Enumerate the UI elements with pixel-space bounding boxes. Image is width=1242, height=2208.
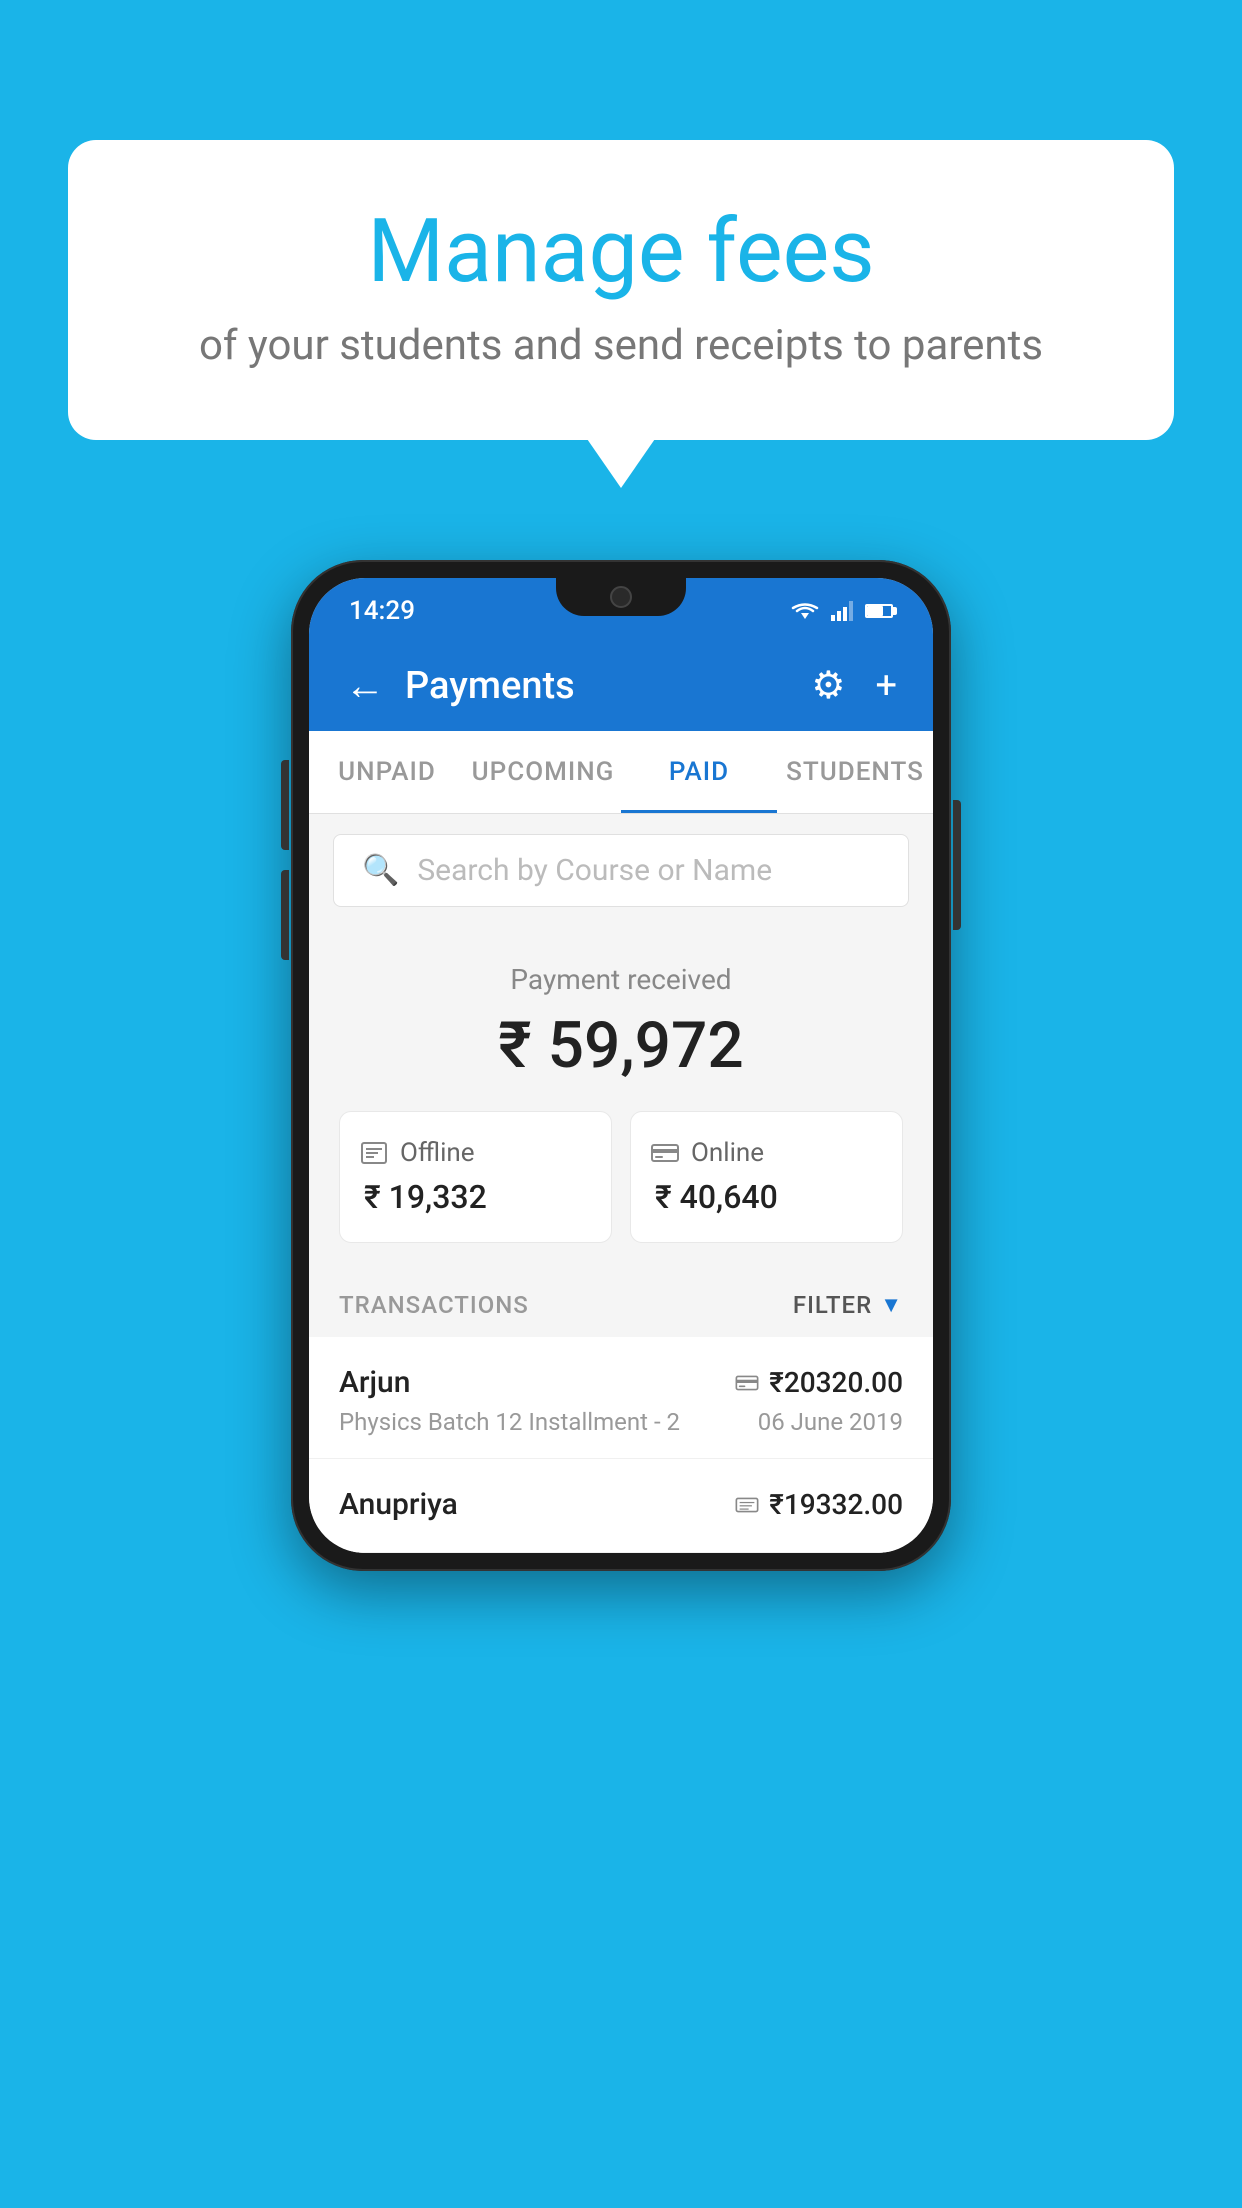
transactions-header: TRANSACTIONS FILTER ▼ [309,1273,933,1337]
online-amount: ₹ 40,640 [651,1178,882,1216]
offline-card-header: Offline [360,1138,591,1168]
tab-unpaid[interactable]: UNPAID [309,731,465,813]
transaction-method-icon [735,1496,759,1514]
phone-screen: 14:29 [309,578,933,1553]
offline-amount: ₹ 19,332 [360,1178,591,1216]
table-row[interactable]: Arjun ₹20320.00 Physics Batch [309,1337,933,1459]
online-label: Online [691,1138,764,1168]
status-time: 14:29 [349,596,415,626]
filter-label: FILTER [793,1291,872,1319]
battery-fill [867,606,883,616]
header-left: ← Payments [345,662,575,709]
phone-mockup: 14:29 [291,560,951,1571]
payment-cards: Offline ₹ 19,332 Online [339,1111,903,1243]
filter-icon: ▼ [880,1292,903,1318]
payment-received-label: Payment received [339,963,903,996]
phone-camera [610,586,632,608]
settings-icon[interactable]: ⚙ [811,663,845,708]
transactions-label: TRANSACTIONS [339,1291,529,1319]
signal-icon [831,601,853,621]
transaction-date: 06 June 2019 [758,1408,903,1436]
transaction-top-anupriya: Anupriya ₹19332.00 [339,1487,903,1522]
phone-btn-volume-down [281,870,289,960]
transaction-description: Physics Batch 12 Installment - 2 [339,1408,680,1436]
back-button[interactable]: ← [345,662,385,709]
phone-btn-power [953,800,961,930]
app-header: ← Payments ⚙ + [309,640,933,731]
search-input[interactable]: Search by Course or Name [417,853,772,888]
transaction-top-arjun: Arjun ₹20320.00 [339,1365,903,1400]
header-right: ⚙ + [811,663,897,708]
online-card: Online ₹ 40,640 [630,1111,903,1243]
tabs-bar: UNPAID UPCOMING PAID STUDENTS [309,731,933,814]
search-container: 🔍 Search by Course or Name [309,814,933,927]
transaction-name: Arjun [339,1365,410,1400]
table-row[interactable]: Anupriya ₹19332.00 [309,1459,933,1553]
phone-btn-volume-up [281,760,289,850]
payment-summary: Payment received ₹ 59,972 Offli [309,927,933,1273]
tab-upcoming[interactable]: UPCOMING [465,731,621,813]
online-icon [651,1142,679,1164]
header-title: Payments [405,664,575,708]
transaction-amount-wrapper: ₹20320.00 [735,1366,903,1399]
add-icon[interactable]: + [875,664,897,708]
online-card-header: Online [651,1138,882,1168]
phone-notch [556,578,686,616]
offline-icon [360,1139,388,1167]
speech-bubble: Manage fees of your students and send re… [68,140,1174,440]
offline-label: Offline [400,1138,475,1168]
tab-students[interactable]: STUDENTS [777,731,933,813]
bubble-title: Manage fees [148,200,1094,303]
status-icons [791,601,893,621]
battery-icon [865,604,893,618]
phone-outer: 14:29 [291,560,951,1571]
filter-button[interactable]: FILTER ▼ [793,1291,903,1319]
search-bar[interactable]: 🔍 Search by Course or Name [333,834,909,907]
search-icon: 🔍 [362,853,399,888]
speech-bubble-container: Manage fees of your students and send re… [68,140,1174,440]
wifi-icon [791,601,819,621]
offline-card: Offline ₹ 19,332 [339,1111,612,1243]
transaction-amount: ₹20320.00 [769,1366,903,1399]
bubble-subtitle: of your students and send receipts to pa… [148,321,1094,370]
transaction-amount-wrapper: ₹19332.00 [735,1488,903,1521]
payment-total-amount: ₹ 59,972 [339,1008,903,1083]
transaction-bottom-arjun: Physics Batch 12 Installment - 2 06 June… [339,1408,903,1436]
transaction-amount: ₹19332.00 [769,1488,903,1521]
transaction-list: Arjun ₹20320.00 Physics Batch [309,1337,933,1553]
tab-paid[interactable]: PAID [621,731,777,813]
transaction-method-icon [735,1374,759,1392]
transaction-name: Anupriya [339,1487,458,1522]
